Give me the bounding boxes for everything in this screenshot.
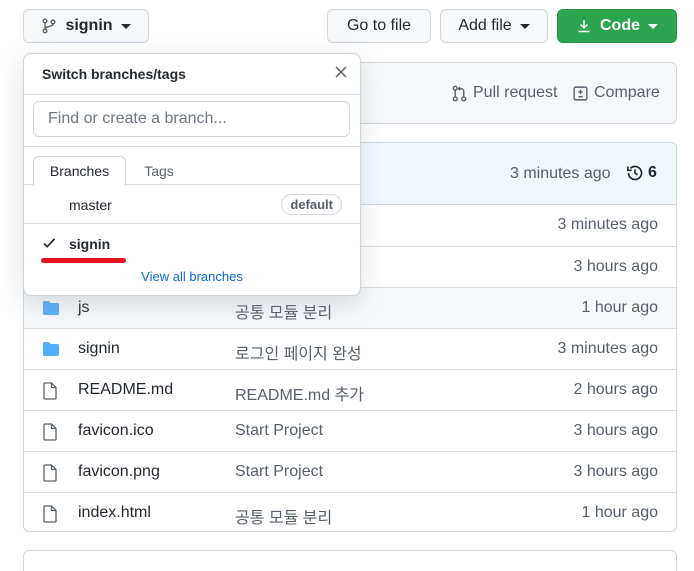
file-row[interactable]: README.md README.md 추가 2 hours ago	[24, 369, 676, 410]
default-badge: default	[281, 194, 342, 215]
file-icon	[42, 423, 58, 441]
commit-message[interactable]: Start Project	[235, 422, 323, 440]
dropdown-filter	[24, 95, 360, 147]
commit-age: 2 hours ago	[573, 381, 658, 398]
commit-age: 1 hour ago	[581, 299, 658, 316]
commit-message[interactable]: 공통 모듈 분리	[235, 504, 332, 528]
commit-message[interactable]: README.md 추가	[235, 381, 364, 405]
chevron-down-icon	[648, 23, 658, 29]
go-to-file-label: Go to file	[346, 17, 412, 34]
branch-item-master[interactable]: master default	[24, 185, 360, 224]
commit-age: 3 minutes ago	[557, 216, 658, 233]
compare-label: Compare	[594, 84, 660, 101]
folder-icon	[42, 341, 60, 357]
dropdown-title: Switch branches/tags	[42, 66, 186, 82]
commit-message[interactable]: 로그인 페이지 완성	[235, 340, 362, 364]
file-name[interactable]: favicon.ico	[78, 422, 154, 440]
file-icon	[42, 382, 58, 400]
file-icon	[42, 464, 58, 482]
branch-filter-input[interactable]	[33, 101, 350, 137]
compare-icon	[572, 85, 589, 102]
file-name[interactable]: js	[78, 299, 90, 317]
file-icon	[42, 505, 58, 523]
folder-icon	[42, 300, 60, 316]
branch-name: signin	[69, 236, 111, 252]
check-icon	[42, 236, 56, 253]
file-row[interactable]: favicon.ico Start Project 3 hours ago	[24, 410, 676, 451]
file-name[interactable]: signin	[78, 340, 120, 358]
file-name[interactable]: README.md	[78, 381, 173, 399]
go-to-file-button[interactable]: Go to file	[327, 9, 431, 43]
file-row[interactable]: favicon.png Start Project 3 hours ago	[24, 451, 676, 492]
code-button[interactable]: Code	[557, 9, 677, 43]
latest-commit-age: 3 minutes ago	[510, 165, 611, 182]
commit-age: 3 hours ago	[573, 422, 658, 439]
commit-age: 1 hour ago	[581, 504, 658, 521]
tab-tags[interactable]: Tags	[128, 156, 190, 186]
branch-select-label: signin	[65, 17, 113, 34]
branch-name: master	[69, 197, 112, 213]
red-underline-annotation	[41, 258, 126, 263]
branch-select-button[interactable]: signin	[23, 9, 149, 43]
download-icon	[576, 18, 592, 34]
commit-message[interactable]: 공통 모듈 분리	[235, 299, 332, 323]
commit-count: 6	[648, 164, 657, 181]
commit-age: 3 hours ago	[573, 258, 658, 275]
commit-age: 3 minutes ago	[557, 340, 658, 357]
git-branch-icon	[41, 18, 57, 34]
pull-request-link[interactable]: Pull request	[451, 84, 558, 102]
close-icon[interactable]	[334, 65, 348, 84]
commit-age: 3 hours ago	[573, 463, 658, 480]
file-name[interactable]: favicon.png	[78, 463, 160, 481]
file-row[interactable]: index.html 공통 모듈 분리 1 hour ago	[24, 492, 676, 531]
tab-branches[interactable]: Branches	[33, 156, 126, 186]
readme-box	[23, 550, 677, 571]
view-all-branches-link[interactable]: View all branches	[24, 269, 360, 284]
file-name[interactable]: index.html	[78, 504, 151, 522]
chevron-down-icon	[120, 23, 131, 29]
pull-request-icon	[451, 85, 468, 102]
dropdown-tabs: Branches Tags	[24, 147, 360, 186]
add-file-button[interactable]: Add file	[440, 9, 548, 43]
branch-switcher-dropdown: Switch branches/tags Branches Tags maste…	[23, 53, 361, 296]
file-row[interactable]: signin 로그인 페이지 완성 3 minutes ago	[24, 328, 676, 369]
code-label: Code	[600, 17, 640, 34]
history-icon	[626, 164, 644, 182]
dropdown-header: Switch branches/tags	[24, 54, 360, 95]
add-file-label: Add file	[458, 17, 512, 34]
commit-history-link[interactable]: 6	[626, 164, 657, 182]
branch-item-signin[interactable]: signin	[24, 224, 360, 263]
commit-message[interactable]: Start Project	[235, 463, 323, 481]
chevron-down-icon	[519, 23, 530, 29]
compare-link[interactable]: Compare	[572, 84, 660, 102]
pull-request-label: Pull request	[473, 84, 558, 101]
